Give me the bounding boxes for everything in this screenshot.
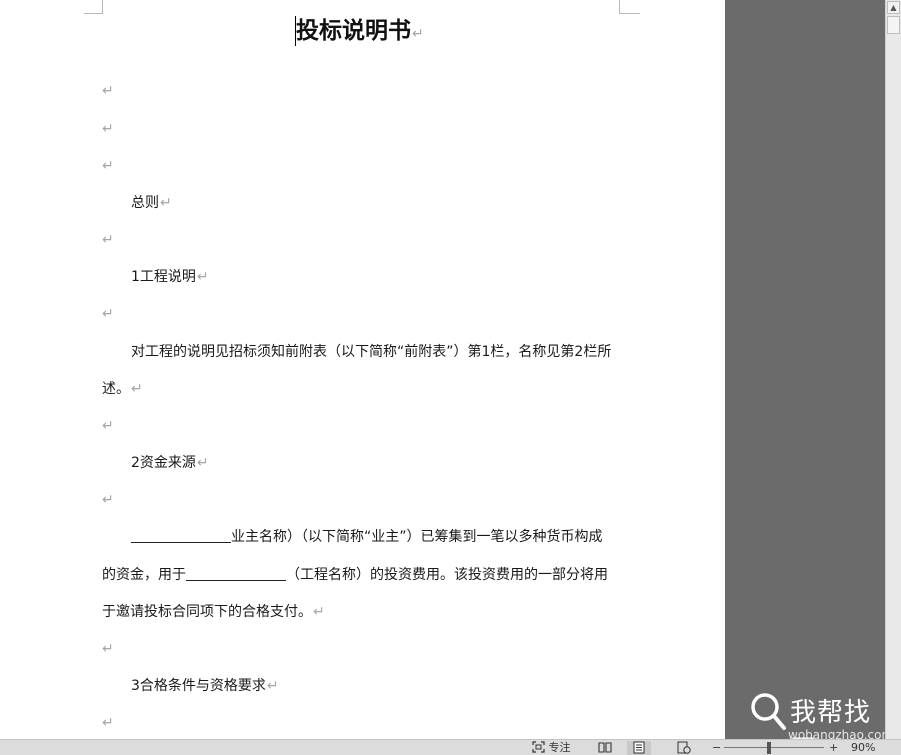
paragraph-mark: ↵ [102,418,114,434]
item-heading-1[interactable]: 1工程说明↵ [131,268,209,286]
item2-body-line[interactable]: 业主名称）（以下简称“业主”）已筹集到一笔以多种货币构成 [131,528,603,546]
paragraph-mark: ↵ [102,641,114,657]
reading-view-button[interactable] [598,741,612,755]
book-icon [598,742,612,753]
title-text: 投标说明书 [296,18,411,44]
zoom-level[interactable]: 90% [851,741,875,755]
scroll-up-arrow-icon[interactable]: ▲ [887,1,900,14]
focus-mode-button[interactable]: 专注 [532,741,571,755]
paragraph-mark: ↵ [131,381,143,397]
blank-underline [186,567,286,581]
page-title[interactable]: 投标说明书↵ [296,15,424,50]
item2-body-line[interactable]: 的资金，用于 （工程名称）的投资费用。该投资费用的一部分将用 [102,566,608,584]
focus-label: 专注 [548,741,571,754]
page-corner-mark-left [84,0,103,14]
vertical-scrollbar[interactable]: ▲ [885,0,901,739]
paragraph-mark: ↵ [196,269,209,285]
page-corner-mark-right [619,0,640,14]
document-page[interactable]: 投标说明书↵ ↵ ↵ ↵ 总则↵ ↵ 1工程说明↵ ↵ 对工程的说明见招标须知前… [0,0,725,739]
magnifier-icon [751,693,786,730]
item1-body-line[interactable]: 述。↵ [102,380,143,398]
paragraph-mark: ↵ [102,83,114,99]
paragraph-mark: ↵ [266,678,279,694]
paragraph-mark: ↵ [313,604,325,620]
print-layout-button[interactable] [627,741,651,755]
paragraph-mark: ↵ [196,455,209,471]
paragraph-mark: ↵ [102,121,114,137]
web-layout-button[interactable] [677,741,691,755]
zoom-in-button[interactable]: + [829,741,838,755]
item-heading-2[interactable]: 2资金来源↵ [131,454,209,472]
zoom-slider-track[interactable] [724,747,824,748]
watermark-url: wobangzhao.com [788,728,885,739]
item-heading-3[interactable]: 3合格条件与资格要求↵ [131,677,279,695]
document-area[interactable]: 投标说明书↵ ↵ ↵ ↵ 总则↵ ↵ 1工程说明↵ ↵ 对工程的说明见招标须知前… [0,0,885,739]
item1-body-line[interactable]: 对工程的说明见招标须知前附表（以下简称“前附表”）第1栏，名称见第2栏所 [131,343,611,361]
zoom-slider-thumb[interactable] [767,742,771,754]
focus-icon [532,741,545,753]
paragraph-mark: ↵ [102,715,114,731]
paragraph-mark: ↵ [412,26,424,42]
section-heading-general[interactable]: 总则↵ [131,194,172,212]
zoom-out-button[interactable]: − [712,741,721,755]
item2-body-line[interactable]: 于邀请投标合同项下的合格支付。↵ [102,603,325,621]
page-layout-icon [633,741,645,754]
scroll-thumb[interactable] [887,16,900,34]
web-layout-icon [677,741,691,754]
paragraph-mark: ↵ [102,492,114,508]
paragraph-mark: ↵ [102,232,114,248]
paragraph-mark: ↵ [160,195,172,211]
status-bar: 专注 − + 90% [0,739,901,755]
watermark-logo: 我帮找网 wobangzhao.com [744,686,885,739]
blank-underline [131,529,231,543]
paragraph-mark: ↵ [102,158,114,174]
paragraph-mark: ↵ [102,306,114,322]
